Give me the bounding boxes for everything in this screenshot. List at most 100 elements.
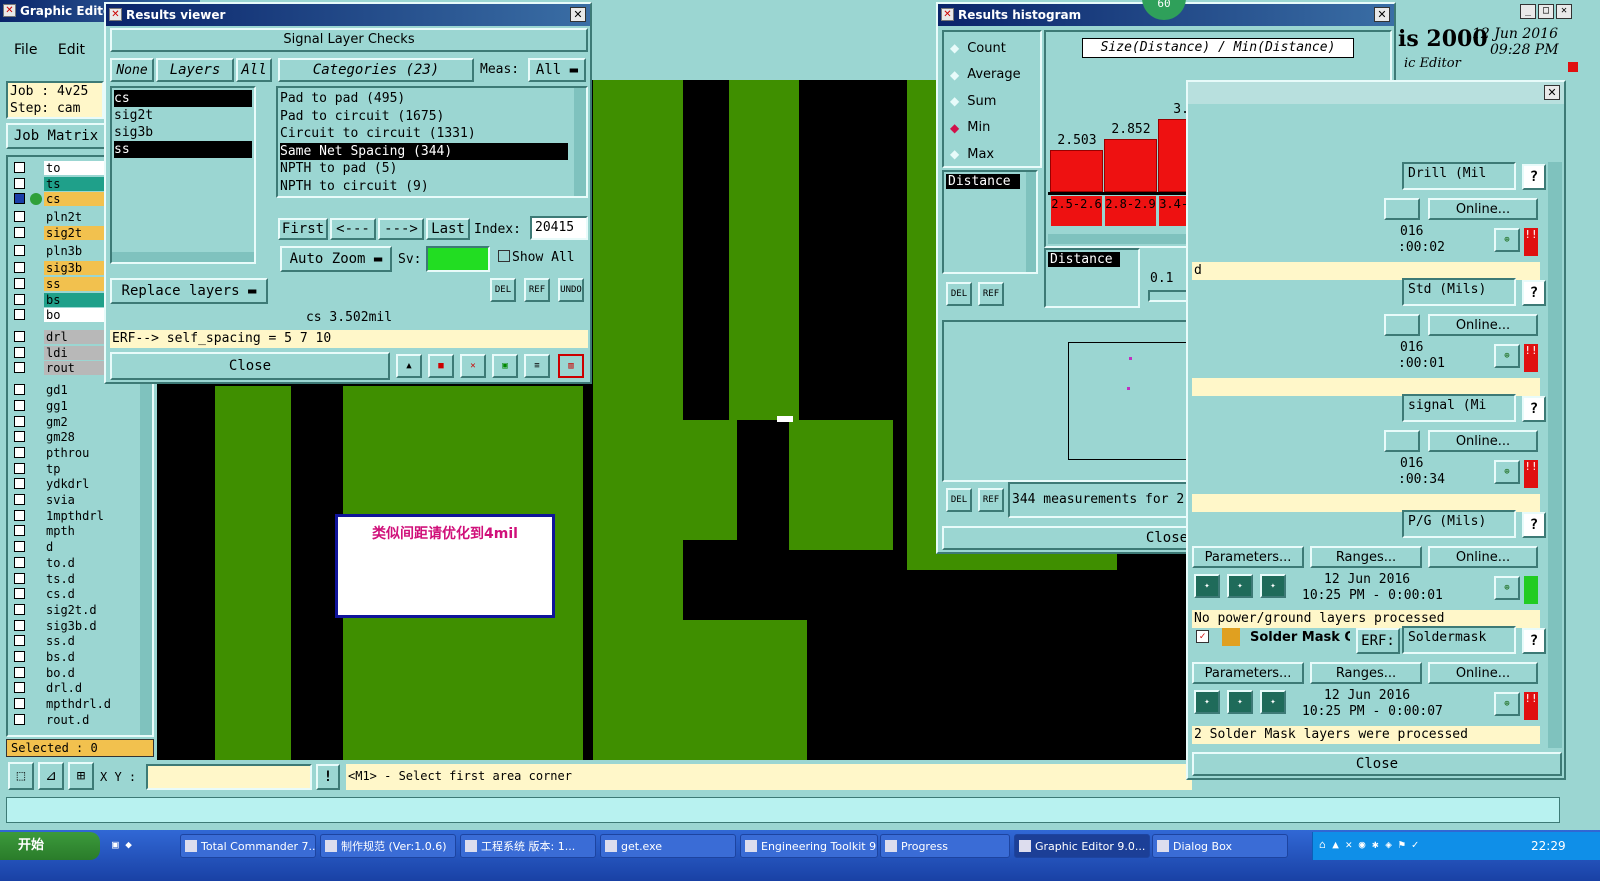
- taskbar-item[interactable]: Dialog Box: [1152, 834, 1288, 858]
- layer-checkbox[interactable]: [14, 651, 25, 662]
- histogram-bar[interactable]: [1050, 150, 1103, 192]
- run-check-icon[interactable]: ✦: [1194, 574, 1220, 598]
- attribute-list[interactable]: Distance: [942, 170, 1038, 274]
- taskbar-item[interactable]: Engineering Toolkit 9...: [740, 834, 878, 858]
- layer-row[interactable]: svia: [12, 493, 127, 507]
- layer-list-item[interactable]: ss: [114, 141, 252, 158]
- del-button[interactable]: DEL: [490, 278, 516, 302]
- category-list-item[interactable]: NPTH to pad (5): [280, 160, 568, 178]
- menu-file[interactable]: File: [14, 42, 37, 58]
- ranges-button[interactable]: [1384, 198, 1420, 220]
- layer-row[interactable]: tp: [12, 461, 127, 476]
- layer-checkbox[interactable]: [14, 541, 25, 553]
- category-list-item[interactable]: Same Net Spacing (344): [280, 142, 568, 160]
- radio-icon[interactable]: ◆: [950, 121, 959, 135]
- category-listbox-vscroll[interactable]: [574, 88, 586, 196]
- layer-row[interactable]: bo.d: [12, 665, 127, 680]
- tool-button-1[interactable]: ⬚: [8, 762, 34, 790]
- aggregate-option[interactable]: ◆ Count: [950, 38, 1006, 58]
- layer-row[interactable]: gm2: [12, 414, 127, 429]
- layer-checkbox[interactable]: [14, 384, 25, 396]
- layer-row[interactable]: sig3b.d: [12, 618, 127, 633]
- checklist-scrollbar[interactable]: [1548, 162, 1562, 748]
- attribute-item[interactable]: Distance: [946, 174, 1020, 189]
- run-check-icon[interactable]: ✦: [1227, 690, 1253, 714]
- layer-checkbox[interactable]: [14, 331, 25, 342]
- layer-checkbox[interactable]: [14, 177, 25, 189]
- last-button[interactable]: Last: [426, 218, 470, 240]
- categories-button[interactable]: Categories (23): [278, 58, 474, 82]
- help-button[interactable]: ?: [1522, 512, 1546, 538]
- parameters-button[interactable]: Parameters...: [1192, 546, 1304, 568]
- radio-icon[interactable]: ◆: [950, 41, 959, 55]
- category-list-item[interactable]: NPTH to circuit (9): [280, 178, 568, 196]
- layer-checkbox[interactable]: [14, 603, 25, 615]
- check-field[interactable]: Drill (Mil: [1402, 162, 1516, 190]
- aggregate-option[interactable]: ◆ Average: [950, 65, 1021, 85]
- layer-row[interactable]: pthrou: [12, 445, 127, 460]
- layer-checkbox[interactable]: [14, 713, 25, 725]
- run-check-icon[interactable]: ✦: [1260, 574, 1286, 598]
- start-button[interactable]: 开始: [0, 832, 100, 860]
- help-button[interactable]: ?: [1522, 280, 1546, 306]
- results-close-button[interactable]: Close: [110, 352, 390, 380]
- layer-row[interactable]: gd1: [12, 383, 127, 398]
- layer-checkbox[interactable]: [14, 478, 25, 490]
- layer-checkbox[interactable]: [14, 635, 25, 647]
- index-input[interactable]: 20415: [530, 216, 588, 240]
- radio-icon[interactable]: ◆: [950, 68, 959, 82]
- first-button[interactable]: First: [278, 218, 328, 240]
- run-check-icon[interactable]: ✦: [1227, 574, 1253, 598]
- ranges-button[interactable]: Ranges...: [1310, 546, 1422, 568]
- layer-row[interactable]: gm28: [12, 430, 127, 445]
- toolbar-icon-2[interactable]: ■: [428, 354, 454, 378]
- layer-checkbox[interactable]: [14, 462, 25, 474]
- layer-row[interactable]: sig2t.d: [12, 602, 127, 617]
- online-button[interactable]: Online...: [1428, 662, 1538, 684]
- taskbar-item[interactable]: Graphic Editor 9.0...: [1014, 834, 1150, 858]
- online-button[interactable]: Online...: [1428, 546, 1538, 568]
- aggregate-option[interactable]: ◆ Sum: [950, 91, 996, 111]
- help-button[interactable]: ?: [1522, 396, 1546, 422]
- attribute-list-2[interactable]: Distance: [1044, 248, 1140, 308]
- layers-button[interactable]: Layers: [156, 58, 234, 82]
- layer-checkbox[interactable]: [14, 682, 25, 694]
- toolbar-icon-3[interactable]: ✕: [460, 354, 486, 378]
- radio-icon[interactable]: ◆: [950, 94, 959, 108]
- layer-checkbox[interactable]: [14, 193, 25, 205]
- layer-checkbox[interactable]: [14, 431, 25, 443]
- tool-button-3[interactable]: ⊞: [68, 762, 94, 790]
- check-enabled-checkbox[interactable]: ✓: [1196, 630, 1209, 643]
- layer-checkbox[interactable]: [14, 309, 25, 321]
- zoom-icon[interactable]: ⊕: [1494, 576, 1520, 600]
- layer-list-item[interactable]: sig3b: [114, 124, 252, 141]
- layer-row[interactable]: 1mpthdrl: [12, 508, 127, 523]
- close-icon[interactable]: ✕: [1374, 7, 1390, 22]
- online-button[interactable]: Online...: [1428, 198, 1538, 220]
- maximize-icon[interactable]: □: [1538, 4, 1554, 19]
- undo-button[interactable]: UNDO: [558, 278, 584, 302]
- alert-button[interactable]: !: [316, 764, 340, 790]
- layer-list-item[interactable]: cs: [114, 90, 252, 107]
- ref-button[interactable]: REF: [524, 278, 550, 302]
- ranges-button[interactable]: Ranges...: [1310, 662, 1422, 684]
- layer-checkbox[interactable]: [14, 666, 25, 678]
- toolbar-icon-1[interactable]: ▲: [396, 354, 422, 378]
- toolbar-icon-4[interactable]: ▣: [492, 354, 518, 378]
- layer-checkbox[interactable]: [14, 362, 25, 374]
- layer-checkbox[interactable]: [14, 293, 25, 305]
- histogram-icon[interactable]: ▥: [558, 354, 584, 378]
- check-field[interactable]: signal (Mi: [1402, 394, 1516, 422]
- close-icon[interactable]: ✕: [1556, 4, 1572, 19]
- online-button[interactable]: Online...: [1428, 314, 1538, 336]
- layer-checkbox[interactable]: [14, 556, 25, 568]
- toolbar-icon-5[interactable]: ≡: [524, 354, 550, 378]
- zoom-icon[interactable]: ⊕: [1494, 692, 1520, 716]
- layer-checkbox[interactable]: [14, 262, 25, 274]
- zoom-icon[interactable]: ⊕: [1494, 460, 1520, 484]
- layer-checkbox[interactable]: [14, 509, 25, 521]
- taskbar-item[interactable]: 制作规范 (Ver:1.0.6): [320, 834, 456, 858]
- job-matrix-button[interactable]: Job Matrix: [6, 123, 106, 149]
- layer-listbox-hscroll[interactable]: [112, 252, 254, 262]
- command-line[interactable]: [6, 797, 1560, 823]
